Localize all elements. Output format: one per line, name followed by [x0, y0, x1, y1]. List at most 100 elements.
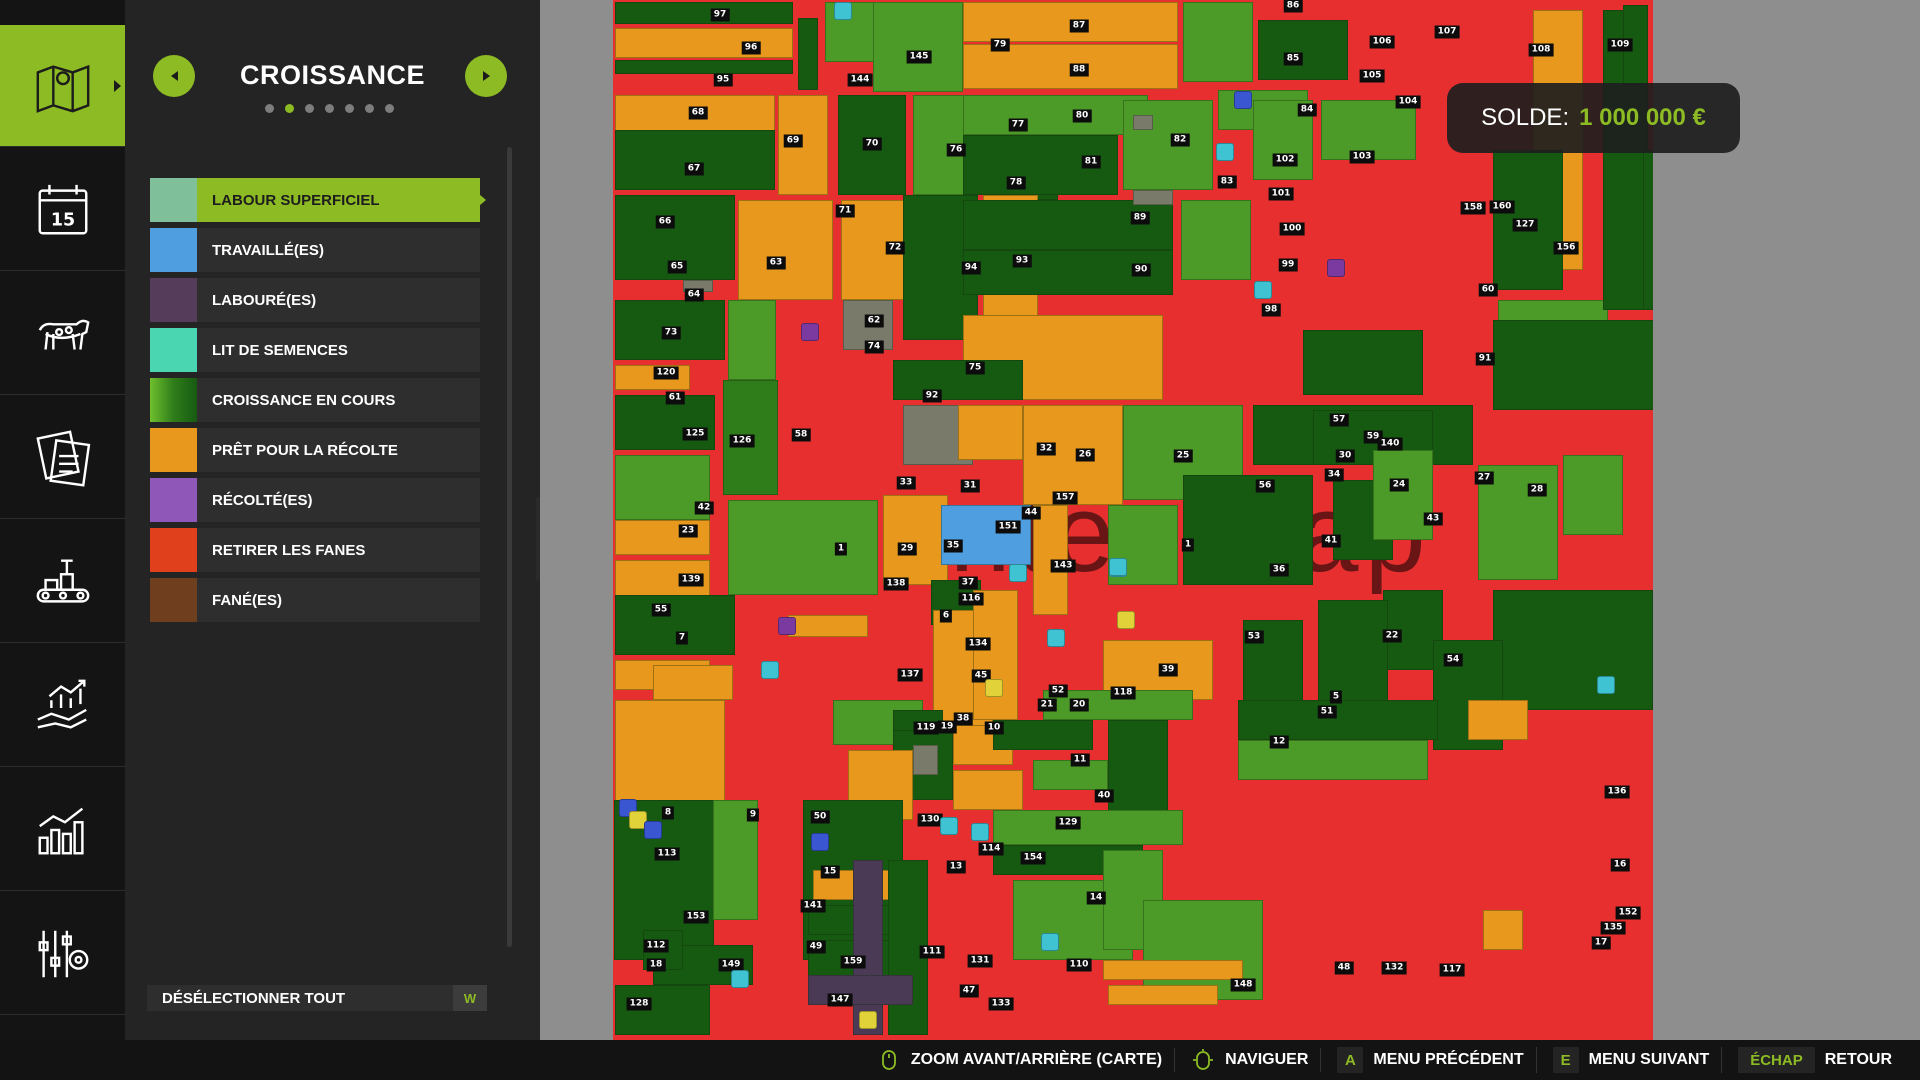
field-number-label[interactable]: 92 [922, 389, 942, 403]
field-number-label[interactable]: 85 [1283, 52, 1303, 66]
map-field[interactable] [1303, 330, 1423, 395]
map-field[interactable] [958, 405, 1023, 460]
field-number-label[interactable]: 49 [806, 940, 826, 954]
map-field[interactable] [1103, 960, 1243, 980]
map-field[interactable] [1238, 740, 1428, 780]
field-number-label[interactable]: 18 [646, 958, 666, 972]
field-number-label[interactable]: 148 [1230, 978, 1256, 992]
field-number-label[interactable]: 89 [1130, 211, 1150, 225]
map-field[interactable] [808, 975, 913, 1005]
page-dot[interactable] [305, 104, 314, 113]
map-poi-icon[interactable] [1041, 933, 1059, 951]
field-number-label[interactable]: 111 [919, 945, 945, 959]
field-number-label[interactable]: 127 [1512, 218, 1538, 232]
map-field[interactable] [788, 615, 868, 637]
field-number-label[interactable]: 66 [655, 215, 675, 229]
field-number-label[interactable]: 74 [864, 340, 884, 354]
field-number-label[interactable]: 143 [1050, 559, 1076, 573]
legend-item[interactable]: RÉCOLTÉ(ES) [150, 478, 480, 522]
map-field[interactable] [615, 130, 775, 190]
field-number-label[interactable]: 31 [960, 479, 980, 493]
field-number-label[interactable]: 1 [834, 542, 848, 556]
field-number-label[interactable]: 69 [783, 134, 803, 148]
field-number-label[interactable]: 73 [661, 326, 681, 340]
hint-next-menu[interactable]: E MENU SUIVANT [1541, 1047, 1723, 1073]
field-number-label[interactable]: 126 [729, 434, 755, 448]
map-field[interactable] [941, 505, 1031, 565]
field-number-label[interactable]: 71 [835, 204, 855, 218]
field-number-label[interactable]: 141 [800, 899, 826, 913]
field-number-label[interactable]: 53 [1244, 630, 1264, 644]
field-number-label[interactable]: 58 [791, 428, 811, 442]
field-number-label[interactable]: 154 [1020, 851, 1046, 865]
map-field[interactable] [1563, 455, 1623, 535]
field-number-label[interactable]: 38 [953, 712, 973, 726]
map-poi-icon[interactable] [1327, 259, 1345, 277]
field-number-label[interactable]: 110 [1066, 958, 1092, 972]
field-number-label[interactable]: 131 [967, 954, 993, 968]
field-number-label[interactable]: 84 [1297, 103, 1317, 117]
field-number-label[interactable]: 91 [1475, 352, 1495, 366]
map-field[interactable] [615, 2, 793, 24]
field-number-label[interactable]: 135 [1600, 921, 1626, 935]
field-number-label[interactable]: 105 [1359, 69, 1385, 83]
field-number-label[interactable]: 120 [653, 366, 679, 380]
field-number-label[interactable]: 6 [939, 609, 953, 623]
field-number-label[interactable]: 160 [1489, 200, 1515, 214]
legend-item[interactable]: PRÊT POUR LA RÉCOLTE [150, 428, 480, 472]
field-number-label[interactable]: 152 [1615, 906, 1641, 920]
map-field[interactable] [615, 60, 793, 74]
map-field[interactable] [913, 745, 938, 775]
field-number-label[interactable]: 144 [847, 73, 873, 87]
field-number-label[interactable]: 29 [897, 542, 917, 556]
field-number-label[interactable]: 77 [1008, 118, 1028, 132]
field-number-label[interactable]: 108 [1528, 43, 1554, 57]
map-field[interactable] [963, 95, 1148, 135]
field-number-label[interactable]: 25 [1173, 449, 1193, 463]
field-number-label[interactable]: 27 [1474, 471, 1494, 485]
field-number-label[interactable]: 72 [885, 241, 905, 255]
field-number-label[interactable]: 140 [1377, 437, 1403, 451]
hint-back[interactable]: ÉCHAP RETOUR [1726, 1047, 1904, 1073]
map-poi-icon[interactable] [834, 2, 852, 20]
field-number-label[interactable]: 151 [995, 520, 1021, 534]
field-number-label[interactable]: 44 [1021, 506, 1041, 520]
map-poi-icon[interactable] [1109, 558, 1127, 576]
field-number-label[interactable]: 39 [1158, 663, 1178, 677]
field-number-label[interactable]: 132 [1381, 961, 1407, 975]
field-number-label[interactable]: 75 [965, 361, 985, 375]
map-field[interactable] [1373, 450, 1433, 540]
page-dot[interactable] [385, 104, 394, 113]
field-number-label[interactable]: 56 [1255, 479, 1275, 493]
field-number-label[interactable]: 117 [1439, 963, 1465, 977]
field-number-label[interactable]: 138 [883, 577, 909, 591]
map-poi-icon[interactable] [644, 821, 662, 839]
field-number-label[interactable]: 33 [896, 476, 916, 490]
field-number-label[interactable]: 52 [1048, 684, 1068, 698]
legend-item[interactable]: RETIRER LES FANES [150, 528, 480, 572]
field-number-label[interactable]: 65 [667, 260, 687, 274]
field-number-label[interactable]: 145 [906, 50, 932, 64]
hint-prev-menu[interactable]: A MENU PRÉCÉDENT [1325, 1047, 1537, 1073]
legend-item[interactable]: TRAVAILLÉ(ES) [150, 228, 480, 272]
field-number-label[interactable]: 94 [961, 261, 981, 275]
field-number-label[interactable]: 86 [1283, 0, 1303, 13]
map-field[interactable] [1183, 475, 1313, 585]
field-number-label[interactable]: 102 [1272, 153, 1298, 167]
map-field[interactable] [993, 720, 1093, 750]
field-number-label[interactable]: 51 [1317, 705, 1337, 719]
map-field[interactable] [1258, 20, 1348, 80]
field-number-label[interactable]: 83 [1217, 175, 1237, 189]
map-field[interactable] [853, 860, 883, 1035]
field-number-label[interactable]: 114 [978, 842, 1004, 856]
map-field[interactable] [873, 2, 963, 92]
field-number-label[interactable]: 100 [1279, 222, 1305, 236]
field-number-label[interactable]: 26 [1075, 448, 1095, 462]
map-poi-icon[interactable] [940, 817, 958, 835]
field-number-label[interactable]: 67 [684, 162, 704, 176]
field-number-label[interactable]: 99 [1278, 258, 1298, 272]
legend-item[interactable]: LIT DE SEMENCES [150, 328, 480, 372]
legend-scrollbar[interactable] [507, 147, 512, 947]
field-number-label[interactable]: 93 [1012, 254, 1032, 268]
map-field[interactable] [1643, 150, 1653, 310]
